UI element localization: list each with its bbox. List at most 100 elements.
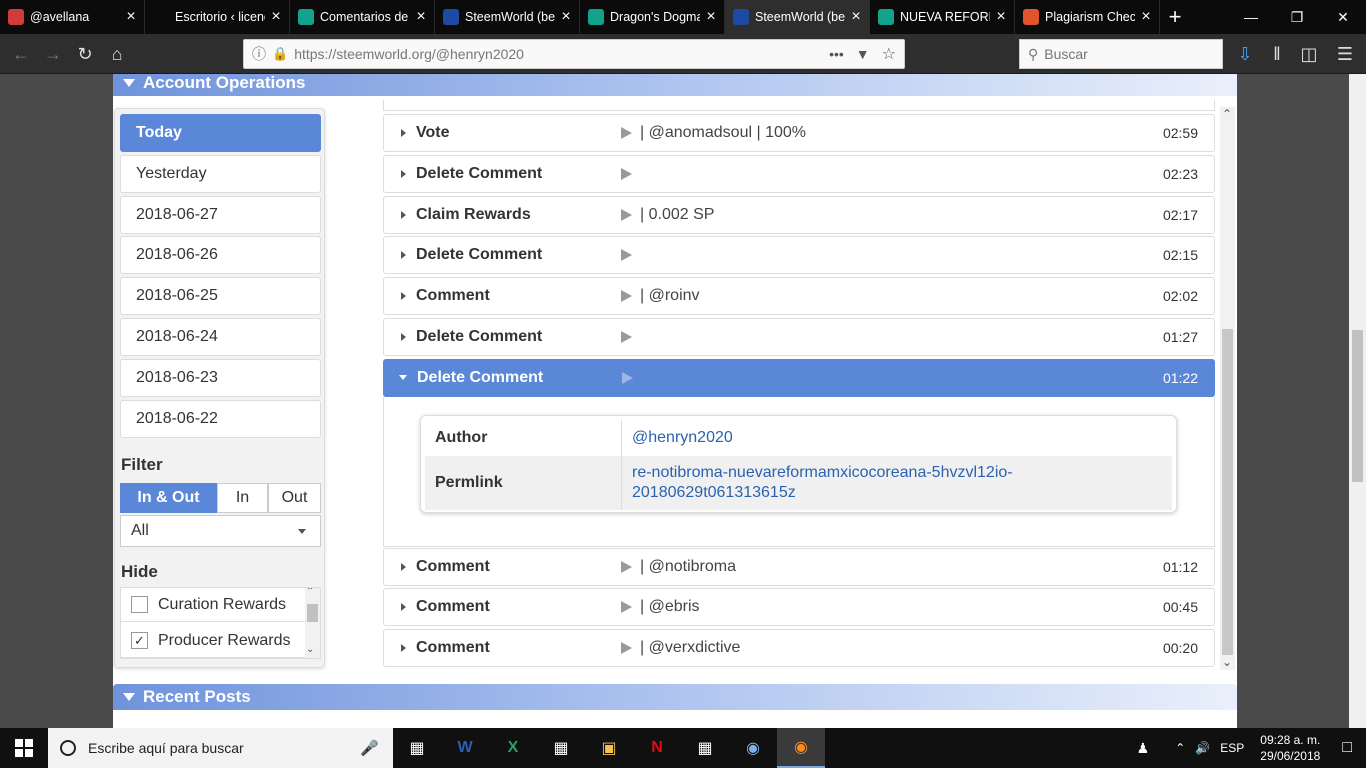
library-icon[interactable]: ‖ bbox=[1264, 41, 1290, 67]
date-item[interactable]: 2018-06-22 bbox=[120, 399, 321, 438]
play-icon[interactable] bbox=[622, 371, 633, 384]
operation-row[interactable]: Vote | @anomadsoul | 100% 02:59 bbox=[383, 114, 1215, 152]
file-explorer-icon[interactable]: ▣ bbox=[585, 728, 633, 768]
play-icon[interactable] bbox=[621, 127, 632, 139]
date-item[interactable]: 2018-06-25 bbox=[120, 277, 321, 316]
date-item[interactable]: 2018-06-26 bbox=[120, 236, 321, 275]
close-tab-icon[interactable]: × bbox=[559, 9, 573, 25]
minimize-button[interactable]: — bbox=[1228, 0, 1274, 34]
play-icon[interactable] bbox=[621, 208, 632, 221]
date-item[interactable]: 2018-06-27 bbox=[120, 195, 321, 234]
task-view-icon[interactable]: ▦ bbox=[393, 728, 441, 768]
page-actions-icon[interactable]: ••• bbox=[829, 46, 844, 62]
operation-row[interactable]: Comment | @verxdictive 00:20 bbox=[383, 629, 1215, 668]
browser-tab[interactable]: @avellana × bbox=[0, 0, 145, 34]
operation-row[interactable]: Delete Comment 02:15 bbox=[383, 236, 1215, 275]
filter-in-out-tab[interactable]: In & Out bbox=[120, 483, 217, 513]
notifications-icon[interactable]: □ bbox=[1342, 739, 1352, 757]
calculator-icon[interactable]: ▦ bbox=[681, 728, 729, 768]
hide-list-scrollbar[interactable]: ⌃ ⌄ bbox=[305, 588, 320, 658]
pocket-icon[interactable]: ▼ bbox=[856, 46, 870, 62]
excel-icon[interactable]: X bbox=[489, 728, 537, 768]
operation-row[interactable]: Comment | @ebris 00:45 bbox=[383, 588, 1215, 627]
back-icon[interactable]: ← bbox=[8, 41, 34, 67]
play-icon[interactable] bbox=[621, 642, 632, 655]
bookmark-star-icon[interactable]: ☆ bbox=[882, 44, 896, 64]
operations-scroll-thumb[interactable] bbox=[1222, 329, 1233, 655]
play-icon[interactable] bbox=[621, 560, 632, 573]
show-hidden-icons-icon[interactable]: ⌃ bbox=[1175, 741, 1185, 755]
play-icon[interactable] bbox=[621, 249, 632, 262]
search-input[interactable] bbox=[1044, 46, 1205, 62]
operation-row[interactable]: Claim Rewards | 0.002 SP 02:17 bbox=[383, 195, 1215, 234]
steem-icon[interactable]: ◉ bbox=[729, 728, 777, 768]
browser-tab[interactable]: NUEVA REFORMA × bbox=[870, 0, 1015, 34]
store-icon[interactable]: ▦ bbox=[537, 728, 585, 768]
search-box[interactable]: ⚲ bbox=[1019, 39, 1223, 69]
close-tab-icon[interactable]: × bbox=[849, 9, 863, 25]
reload-icon[interactable]: ↻ bbox=[72, 41, 98, 67]
operation-row[interactable]: Delete Comment 02:23 bbox=[383, 154, 1215, 193]
filter-in-tab[interactable]: In bbox=[217, 483, 268, 513]
word-icon[interactable]: W bbox=[441, 728, 489, 768]
play-icon[interactable] bbox=[621, 601, 632, 614]
author-link[interactable]: @henryn2020 bbox=[622, 420, 1172, 456]
language-indicator[interactable]: ESP bbox=[1220, 741, 1244, 755]
close-tab-icon[interactable]: × bbox=[994, 9, 1008, 25]
date-item[interactable]: 2018-06-23 bbox=[120, 358, 321, 397]
taskbar-search[interactable]: Escribe aquí para buscar 🎤 bbox=[48, 728, 393, 768]
forward-icon[interactable]: → bbox=[40, 41, 66, 67]
sidebar-icon[interactable]: ◫ bbox=[1296, 41, 1322, 67]
play-icon[interactable] bbox=[621, 167, 632, 180]
microphone-icon[interactable]: 🎤 bbox=[360, 739, 379, 757]
hide-item-curation-rewards[interactable]: Curation Rewards bbox=[121, 588, 306, 622]
url-bar[interactable]: ⓘ 🔒 https://steemworld.org/@henryn2020 •… bbox=[243, 39, 905, 69]
home-icon[interactable]: ⌂ bbox=[104, 41, 130, 67]
download-icon[interactable]: ⇩ bbox=[1232, 41, 1258, 67]
scroll-up-icon[interactable]: ⌃ bbox=[306, 588, 314, 597]
browser-tab[interactable]: Escritorio ‹ licenciado × bbox=[145, 0, 290, 34]
filter-select[interactable]: All bbox=[120, 515, 321, 547]
close-tab-icon[interactable]: × bbox=[269, 9, 283, 25]
clock[interactable]: 09:28 a. m. 29/06/2018 bbox=[1260, 732, 1320, 764]
producer-rewards-checkbox[interactable]: ✓ bbox=[131, 632, 148, 649]
account-operations-header[interactable]: Account Operations bbox=[113, 74, 1237, 96]
curation-rewards-checkbox[interactable] bbox=[131, 596, 148, 613]
browser-tab[interactable]: SteemWorld (be × bbox=[435, 0, 580, 34]
date-item[interactable]: 2018-06-24 bbox=[120, 318, 321, 356]
people-icon[interactable]: ♟ bbox=[1137, 740, 1150, 757]
url-text[interactable]: https://steemworld.org/@henryn2020 bbox=[294, 46, 829, 62]
browser-tab[interactable]: Comentarios de × bbox=[290, 0, 435, 34]
hide-item-producer-rewards[interactable]: ✓ Producer Rewards bbox=[121, 624, 306, 658]
new-tab-button[interactable]: + bbox=[1160, 0, 1190, 34]
close-window-button[interactable]: ✕ bbox=[1320, 0, 1366, 34]
scroll-down-icon[interactable]: ⌄ bbox=[1222, 655, 1232, 669]
hide-list-scroll-thumb[interactable] bbox=[307, 604, 318, 622]
recent-posts-header[interactable]: Recent Posts bbox=[113, 684, 1237, 710]
date-item[interactable]: Yesterday bbox=[120, 154, 321, 193]
operation-row[interactable]: Delete Comment 01:22 bbox=[383, 358, 1215, 397]
close-tab-icon[interactable]: × bbox=[1139, 9, 1153, 25]
close-tab-icon[interactable]: × bbox=[124, 9, 138, 25]
permlink-link[interactable]: re-notibroma-nuevareformamxicocoreana-5h… bbox=[622, 456, 1172, 510]
operations-scrollbar[interactable]: ⌃ ⌄ bbox=[1220, 107, 1235, 670]
scroll-down-icon[interactable]: ⌄ bbox=[306, 644, 314, 655]
operation-row[interactable]: Delete Comment 01:27 bbox=[383, 318, 1215, 356]
netflix-icon[interactable]: N bbox=[633, 728, 681, 768]
page-scroll-thumb[interactable] bbox=[1352, 330, 1363, 482]
close-tab-icon[interactable]: × bbox=[414, 9, 428, 25]
play-icon[interactable] bbox=[621, 290, 632, 303]
maximize-button[interactable]: ❐ bbox=[1274, 0, 1320, 34]
close-tab-icon[interactable]: × bbox=[704, 9, 718, 25]
scroll-up-icon[interactable]: ⌃ bbox=[1222, 107, 1232, 121]
page-scrollbar[interactable] bbox=[1349, 74, 1366, 728]
start-button[interactable] bbox=[0, 728, 48, 768]
browser-tab[interactable]: SteemWorld (be × bbox=[725, 0, 870, 34]
filter-out-tab[interactable]: Out bbox=[268, 483, 321, 513]
browser-tab[interactable]: Dragon's Dogma × bbox=[580, 0, 725, 34]
date-item[interactable]: Today bbox=[120, 114, 321, 152]
operation-row[interactable]: Comment | @notibroma 01:12 bbox=[383, 547, 1215, 586]
menu-icon[interactable]: ☰ bbox=[1332, 41, 1358, 67]
browser-tab[interactable]: Plagiarism Chec × bbox=[1015, 0, 1160, 34]
volume-icon[interactable]: 🔊 bbox=[1195, 741, 1210, 755]
